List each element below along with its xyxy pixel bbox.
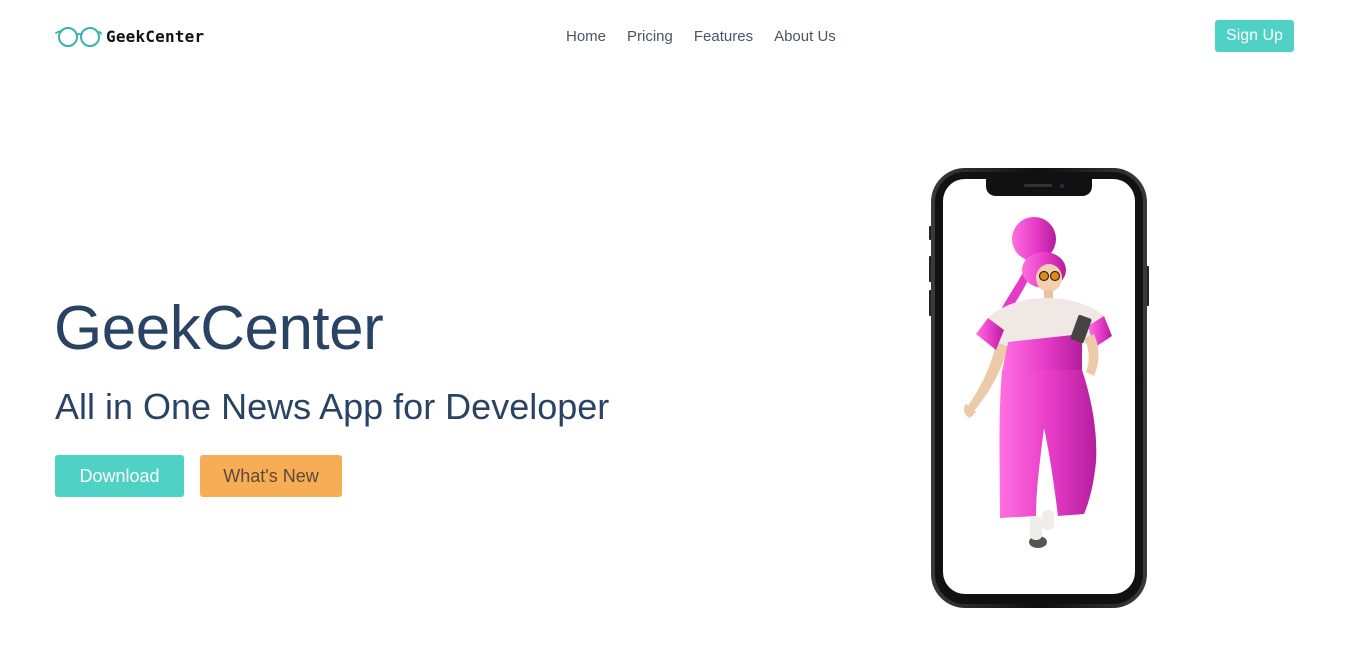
phone-notch [986, 179, 1092, 196]
download-button[interactable]: Download [55, 455, 184, 497]
brand-logo-link[interactable]: GeekCenter [55, 24, 204, 48]
hero-title: GeekCenter [54, 294, 384, 363]
nav-link-pricing[interactable]: Pricing [627, 27, 673, 47]
whats-new-button[interactable]: What's New [200, 455, 342, 497]
navbar: GeekCenter Home Pricing Features About U… [0, 0, 1349, 72]
nav-link-features[interactable]: Features [694, 27, 753, 47]
sign-up-button[interactable]: Sign Up [1215, 20, 1294, 52]
brand-name: GeekCenter [106, 26, 205, 46]
main-nav: Home Pricing Features About Us [566, 27, 836, 47]
phone-illustration [929, 168, 1149, 608]
nav-link-about-us[interactable]: About Us [774, 27, 836, 47]
glasses-icon [55, 27, 102, 47]
nav-link-home[interactable]: Home [566, 27, 606, 47]
hero-subtitle: All in One News App for Developer [55, 386, 610, 427]
